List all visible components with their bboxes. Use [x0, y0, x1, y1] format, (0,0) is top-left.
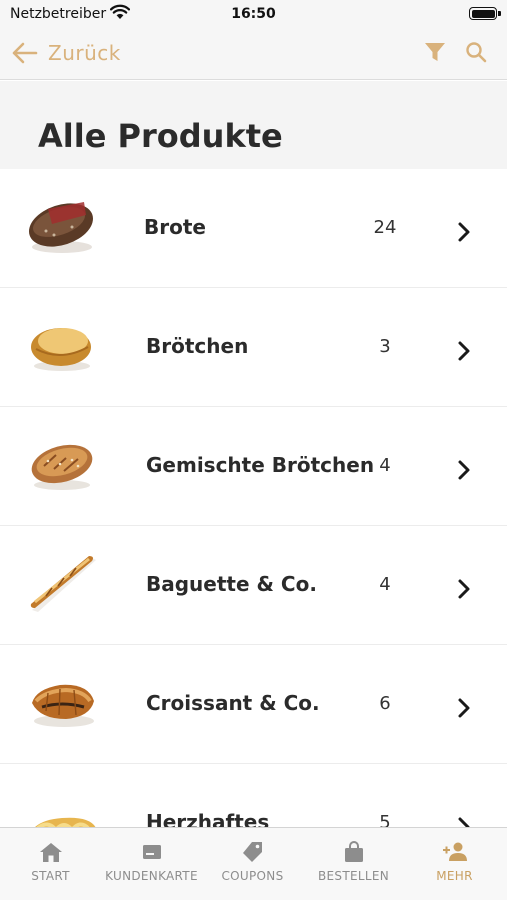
tag-icon	[243, 842, 262, 862]
product-name: Herzhaftes	[146, 810, 270, 827]
battery-tip	[498, 11, 501, 16]
tab-start[interactable]: START	[0, 828, 101, 900]
product-row-gemischte-broetchen[interactable]: Gemischte Brötchen 4	[0, 407, 507, 526]
page-title: Alle Produkte	[38, 117, 283, 155]
baguette-icon	[30, 556, 96, 612]
battery-icon	[469, 7, 497, 20]
tab-mehr[interactable]: MEHR	[404, 828, 505, 900]
chevron-right-icon	[458, 698, 470, 718]
product-count: 6	[379, 693, 391, 714]
bag-icon	[345, 841, 363, 862]
product-row-baguette[interactable]: Baguette & Co. 4	[0, 526, 507, 645]
navigation-bar: Zurück	[0, 28, 507, 80]
chevron-right-icon	[458, 341, 470, 361]
chevron-right-icon	[458, 817, 470, 827]
add-user-icon	[443, 842, 467, 861]
card-icon	[143, 845, 161, 859]
back-button[interactable]: Zurück	[10, 36, 121, 70]
home-icon	[40, 843, 62, 862]
product-name: Brötchen	[146, 334, 249, 358]
back-arrow-icon	[12, 42, 38, 64]
product-row-herzhaftes[interactable]: Herzhaftes 5	[0, 764, 507, 827]
chevron-right-icon	[458, 579, 470, 599]
back-label: Zurück	[48, 41, 121, 65]
tab-bar: START KUNDENKARTE COUPONS BESTELLEN MEHR	[0, 827, 507, 900]
tab-kundenkarte[interactable]: KUNDENKARTE	[101, 828, 202, 900]
product-name: Baguette & Co.	[146, 572, 317, 596]
tab-bestellen[interactable]: BESTELLEN	[303, 828, 404, 900]
search-icon[interactable]	[464, 40, 488, 64]
product-name: Croissant & Co.	[146, 691, 320, 715]
product-row-broetchen[interactable]: Brötchen 3	[0, 288, 507, 407]
product-count: 4	[379, 574, 391, 595]
seeded-roll-icon	[31, 444, 93, 490]
product-row-croissant[interactable]: Croissant & Co. 6	[0, 645, 507, 764]
product-name: Brote	[144, 215, 206, 239]
savory-pastry-icon	[35, 817, 96, 827]
bread-loaf-icon	[29, 202, 93, 253]
tab-label: COUPONS	[221, 869, 284, 883]
product-count: 3	[379, 336, 391, 357]
chevron-right-icon	[458, 222, 470, 242]
product-count: 24	[373, 217, 397, 238]
bread-roll-icon	[31, 328, 91, 371]
tab-label: MEHR	[436, 869, 473, 883]
product-name: Gemischte Brötchen	[146, 453, 375, 477]
chevron-right-icon	[458, 460, 470, 480]
product-count: 4	[379, 455, 391, 476]
title-band: Alle Produkte	[0, 81, 507, 169]
product-row-brote[interactable]: Brote 24	[0, 169, 507, 288]
tab-label: BESTELLEN	[318, 869, 389, 883]
tab-label: KUNDENKARTE	[105, 869, 198, 883]
filter-icon[interactable]	[424, 41, 446, 63]
tab-label: START	[31, 869, 70, 883]
status-time: 16:50	[231, 6, 276, 22]
product-list[interactable]: Brote 24 Brötchen 3 Gemischte Brötchen 4…	[0, 169, 507, 827]
product-count: 5	[379, 812, 391, 827]
tab-coupons[interactable]: COUPONS	[202, 828, 303, 900]
croissant-icon	[32, 684, 94, 727]
status-bar: Netzbetreiber 16:50	[0, 0, 507, 28]
